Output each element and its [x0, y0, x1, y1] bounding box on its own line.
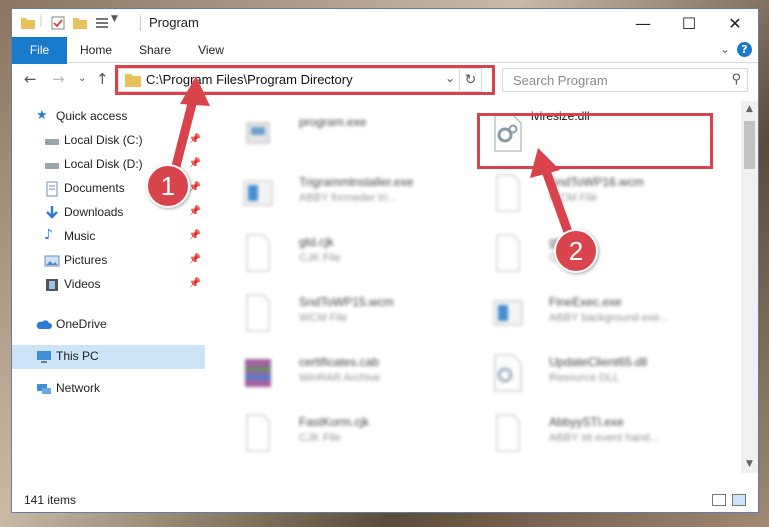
scroll-thumb[interactable]	[744, 121, 755, 169]
videos-icon	[46, 279, 58, 291]
view-options-icon[interactable]	[94, 15, 110, 31]
sidebar-item-music[interactable]: ♪ Music 📌	[12, 225, 205, 249]
computer-icon	[37, 351, 51, 363]
forward-arrow-icon[interactable]: →	[52, 70, 65, 88]
file-highlight-box	[477, 113, 713, 169]
file-item-abbyysti[interactable]: AbbyySTI.exe ABBY sti event hand...	[467, 405, 707, 461]
file-item-updateclient65[interactable]: UpdateClient65.dll Resource DLL	[467, 345, 707, 401]
pin-icon[interactable]: 📌	[189, 206, 201, 217]
archive-file-icon	[245, 359, 271, 387]
file-item-trigramm-installer[interactable]: Trigrammlnstaller.exe ABBY fnrmeder tri.…	[217, 165, 457, 221]
sidebar-item-onedrive[interactable]: OneDrive	[12, 313, 205, 337]
status-bar: 141 items	[12, 489, 758, 512]
step-2-badge: 2	[554, 229, 598, 273]
star-icon: ★	[36, 108, 48, 123]
refresh-icon[interactable]: ↻	[459, 69, 481, 91]
sidebar-item-pictures[interactable]: Pictures 📌	[12, 249, 205, 273]
file-item-program-exe[interactable]: program.exe	[217, 105, 457, 161]
generic-file-icon	[246, 294, 270, 332]
file-item-fastkorm-cjk[interactable]: FastKorm.cjk CJK File	[217, 405, 457, 461]
item-count: 141 items	[24, 493, 77, 507]
customize-toolbar-chevron-icon[interactable]: ▼	[111, 14, 118, 24]
ribbon-tabs: File Home Share View ⌄ ?	[12, 37, 758, 93]
search-placeholder: Search Program	[513, 73, 608, 88]
pin-icon[interactable]: 📌	[189, 278, 201, 289]
music-icon: ♪	[44, 227, 53, 243]
documents-icon	[46, 181, 58, 197]
search-icon: ⚲	[731, 72, 741, 87]
sidebar-item-this-pc[interactable]: This PC	[12, 345, 205, 369]
address-bar[interactable]: C:\Program Files\Program Directory ⌄ ↻	[118, 68, 482, 92]
file-item-sndtowp15[interactable]: SndToWP15.wcm WCM File	[217, 285, 457, 341]
file-item-certificates-cab[interactable]: certificates.cab WinRAR Archive	[217, 345, 457, 401]
exe-file-icon	[246, 122, 270, 144]
properties-icon[interactable]	[50, 15, 66, 31]
generic-file-icon	[246, 414, 270, 452]
back-arrow-icon[interactable]: ←	[24, 70, 37, 88]
file-item-gtd-cjk[interactable]: gtd.cjk CJK File	[217, 225, 457, 281]
tab-share[interactable]: Share	[132, 37, 178, 63]
exe-file-icon	[243, 180, 273, 206]
close-button[interactable]: ✕	[712, 9, 758, 37]
address-dropdown-icon[interactable]: ⌄	[445, 71, 455, 85]
scroll-down-icon[interactable]: ▼	[741, 456, 758, 473]
pin-icon[interactable]: 📌	[189, 230, 201, 241]
sidebar-item-videos[interactable]: Videos 📌	[12, 273, 205, 297]
address-path: C:\Program Files\Program Directory	[146, 72, 353, 87]
sidebar-item-network[interactable]: Network	[12, 377, 205, 401]
title-bar: | ▼ Program — ☐ ✕	[12, 9, 758, 37]
navigation-pane: ★ Quick access Local Disk (C:) 📌 Local D…	[12, 101, 205, 473]
recent-locations-chevron-icon[interactable]: ⌄	[78, 73, 86, 84]
title-separator	[140, 15, 141, 31]
navigation-row: ← → ⌄ ↑ C:\Program Files\Program Directo…	[12, 64, 758, 96]
drive-icon	[45, 163, 59, 169]
file-list: program.exe Trigrammlnstaller.exe ABBY f…	[207, 101, 741, 473]
maximize-button[interactable]: ☐	[666, 9, 712, 37]
pin-icon[interactable]: 📌	[189, 158, 201, 169]
sidebar-item-local-disk-c[interactable]: Local Disk (C:) 📌	[12, 129, 205, 153]
large-icons-view-icon[interactable]	[732, 494, 746, 506]
generic-file-icon	[496, 234, 520, 272]
file-item-sndtowp16[interactable]: SndToWP16.wcm WCM File	[467, 165, 707, 221]
dll-gear-file-icon	[494, 354, 522, 392]
tab-home[interactable]: Home	[74, 37, 118, 63]
downloads-icon	[46, 206, 58, 219]
title-divider: |	[39, 13, 44, 27]
tab-view[interactable]: View	[190, 37, 232, 63]
explorer-window: | ▼ Program — ☐ ✕ File Home Share View ⌄…	[11, 8, 759, 513]
scroll-up-icon[interactable]: ▲	[741, 101, 758, 118]
generic-file-icon	[496, 174, 520, 212]
vertical-scrollbar[interactable]: ▲ ▼	[741, 101, 758, 473]
up-arrow-icon[interactable]: ↑	[96, 70, 109, 88]
step-1-badge: 1	[146, 164, 190, 208]
generic-file-icon	[246, 234, 270, 272]
pin-icon[interactable]: 📌	[189, 182, 201, 193]
new-folder-icon[interactable]	[72, 15, 88, 31]
details-view-icon[interactable]	[712, 494, 726, 506]
cloud-icon	[36, 320, 52, 329]
pin-icon[interactable]: 📌	[189, 254, 201, 265]
generic-file-icon	[496, 414, 520, 452]
minimize-button[interactable]: —	[620, 9, 666, 37]
ribbon-expand-icon[interactable]: ⌄	[720, 42, 730, 56]
search-input[interactable]: Search Program ⚲	[502, 68, 748, 92]
drive-icon	[45, 139, 59, 145]
network-icon	[37, 384, 51, 394]
file-item-fineexec[interactable]: FineExec.exe ABBY background exe...	[467, 285, 707, 341]
pin-icon[interactable]: 📌	[189, 134, 201, 145]
pictures-icon	[44, 255, 60, 267]
exe-file-icon	[493, 300, 523, 326]
folder-icon	[125, 74, 141, 87]
help-icon[interactable]: ?	[737, 42, 752, 57]
folder-icon	[21, 18, 35, 29]
window-title: Program	[149, 15, 199, 30]
sidebar-item-quick-access[interactable]: ★ Quick access	[12, 105, 205, 129]
